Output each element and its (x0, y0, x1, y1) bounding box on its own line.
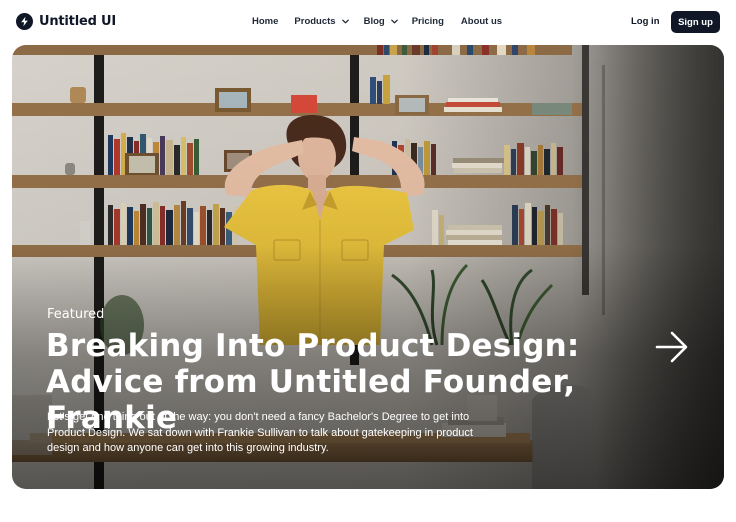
chevron-down-icon (341, 17, 350, 26)
nav-item-home[interactable]: Home (252, 16, 278, 27)
post-title-line-1: Breaking Into Product Design: (46, 328, 580, 364)
site-header: Untitled UI Home Products Blog Pricing A… (0, 0, 736, 44)
featured-tag: Featured (47, 307, 105, 322)
login-link[interactable]: Log in (631, 16, 660, 27)
nav-item-blog[interactable]: Blog (364, 16, 399, 27)
nav-item-label: Pricing (411, 16, 444, 27)
chevron-down-icon (390, 17, 399, 26)
nav-item-label: Products (294, 16, 336, 27)
nav-item-about-us[interactable]: About us (461, 16, 502, 27)
main-nav: Home Products Blog Pricing About us (252, 16, 502, 27)
bolt-icon (16, 13, 33, 30)
featured-post-card[interactable]: Featured Breaking Into Product Design: A… (12, 45, 724, 489)
nav-item-products[interactable]: Products (294, 16, 349, 27)
signup-button[interactable]: Sign up (671, 11, 720, 33)
arrow-right-icon[interactable] (654, 329, 690, 365)
brand-name: Untitled UI (39, 14, 116, 29)
nav-item-label: About us (460, 16, 503, 27)
nav-item-pricing[interactable]: Pricing (412, 16, 444, 27)
nav-item-label: Home (252, 16, 279, 27)
nav-item-label: Blog (363, 16, 385, 27)
logo[interactable]: Untitled UI (16, 13, 116, 30)
post-description: Let's get one thing out of the way: you … (47, 411, 473, 454)
